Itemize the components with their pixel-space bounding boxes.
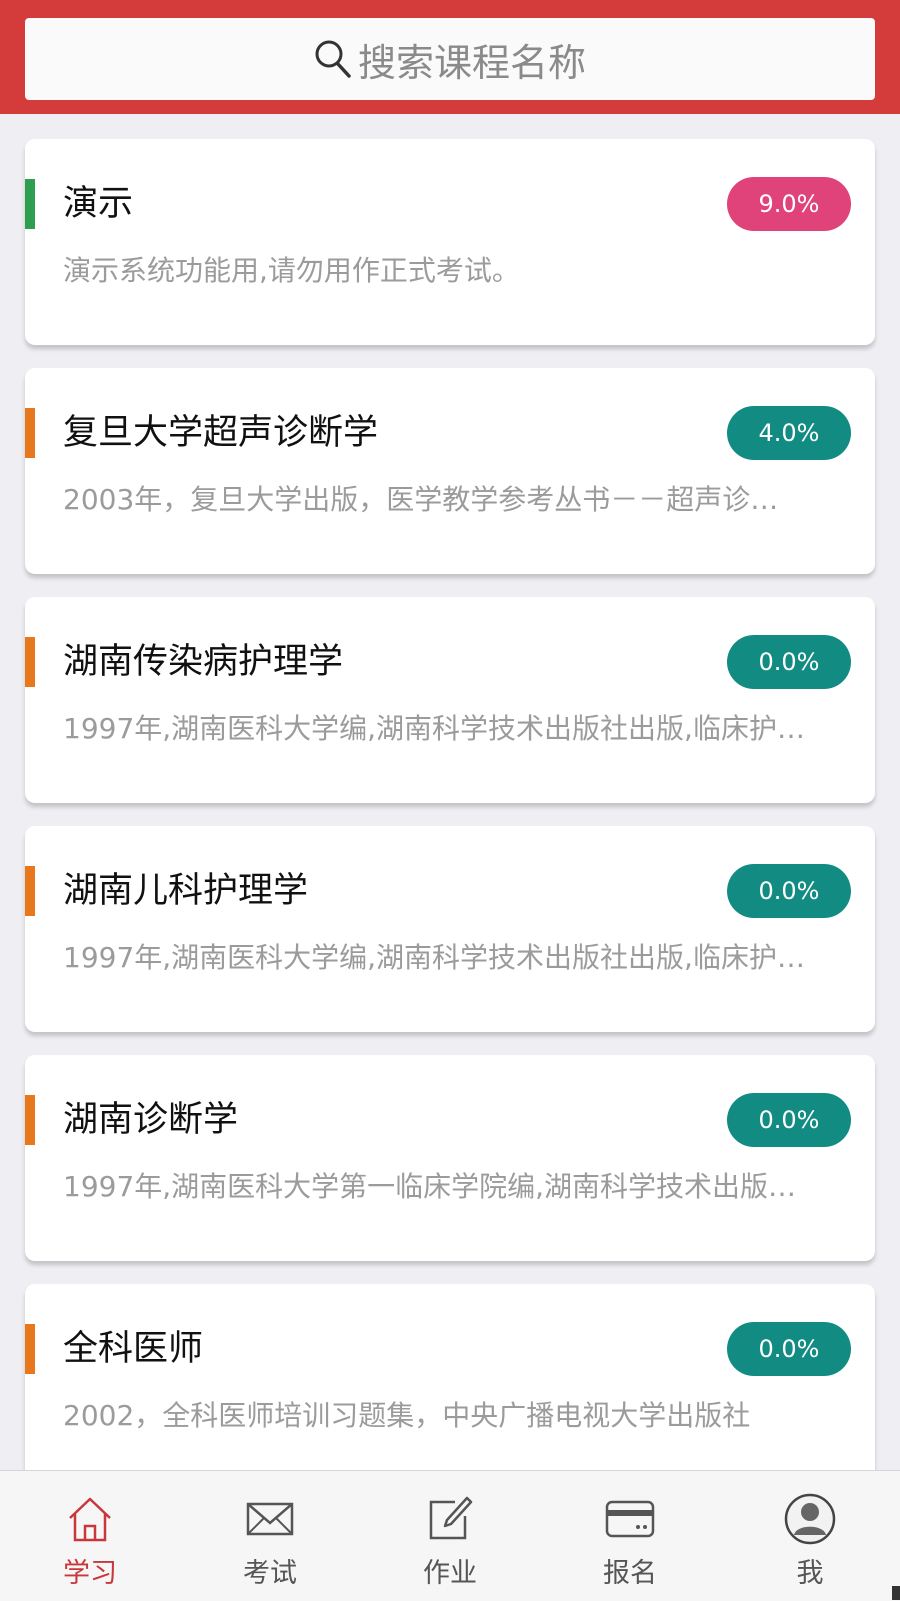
tab-homework[interactable]: 作业 <box>360 1471 540 1601</box>
course-description: 1997年,湖南医科大学第一临床学院编,湖南科学技术出版… <box>63 1170 797 1203</box>
mail-icon <box>246 1502 294 1536</box>
course-description: 2003年，复旦大学出版，医学教学参考丛书－－超声诊… <box>63 483 779 516</box>
tab-label: 考试 <box>243 1558 297 1589</box>
course-card[interactable]: 全科医师 0.0% 2002，全科医师培训习题集，中央广播电视大学出版社 <box>25 1284 875 1470</box>
tab-register[interactable]: 报名 <box>540 1471 720 1601</box>
search-icon <box>315 40 351 78</box>
search-placeholder: 搜索课程名称 <box>357 40 586 85</box>
home-icon <box>69 1497 111 1542</box>
course-accent-bar <box>25 408 35 458</box>
tab-me[interactable]: 我 <box>720 1471 900 1601</box>
course-card[interactable]: 复旦大学超声诊断学 4.0% 2003年，复旦大学出版，医学教学参考丛书－－超声… <box>25 368 875 574</box>
tab-label: 我 <box>796 1558 824 1589</box>
progress-badge: 0.0% <box>727 864 851 918</box>
edit-icon <box>429 1496 473 1540</box>
course-card[interactable]: 湖南诊断学 0.0% 1997年,湖南医科大学第一临床学院编,湖南科学技术出版… <box>25 1055 875 1261</box>
course-title: 湖南儿科护理学 <box>63 871 309 911</box>
progress-badge: 9.0% <box>727 177 851 231</box>
user-icon <box>784 1493 836 1545</box>
course-title: 湖南传染病护理学 <box>63 642 344 682</box>
course-accent-bar <box>25 637 35 687</box>
tab-study[interactable]: 学习 <box>0 1471 180 1601</box>
course-description: 1997年,湖南医科大学编,湖南科学技术出版社出版,临床护… <box>63 712 805 745</box>
header: 搜索课程名称 <box>0 0 900 114</box>
course-list[interactable]: 演示 9.0% 演示系统功能用,请勿用作正式考试。 复旦大学超声诊断学 4.0%… <box>0 114 900 1470</box>
course-accent-bar <box>25 866 35 916</box>
course-title: 复旦大学超声诊断学 <box>63 413 379 453</box>
course-accent-bar <box>25 1095 35 1145</box>
scroll-indicator <box>892 1586 900 1600</box>
card-icon <box>605 1500 655 1538</box>
course-description: 2002，全科医师培训习题集，中央广播电视大学出版社 <box>63 1399 751 1432</box>
progress-badge: 0.0% <box>727 635 851 689</box>
search-input[interactable]: 搜索课程名称 <box>25 18 875 100</box>
progress-badge: 0.0% <box>727 1093 851 1147</box>
progress-badge: 0.0% <box>727 1322 851 1376</box>
progress-badge: 4.0% <box>727 406 851 460</box>
course-accent-bar <box>25 1324 35 1374</box>
course-title: 全科医师 <box>63 1329 204 1369</box>
course-card[interactable]: 湖南儿科护理学 0.0% 1997年,湖南医科大学编,湖南科学技术出版社出版,临… <box>25 826 875 1032</box>
course-card[interactable]: 演示 9.0% 演示系统功能用,请勿用作正式考试。 <box>25 139 875 345</box>
course-description: 演示系统功能用,请勿用作正式考试。 <box>63 254 520 287</box>
tab-exam[interactable]: 考试 <box>180 1471 360 1601</box>
tab-label: 学习 <box>63 1558 117 1589</box>
course-card[interactable]: 湖南传染病护理学 0.0% 1997年,湖南医科大学编,湖南科学技术出版社出版,… <box>25 597 875 803</box>
course-accent-bar <box>25 179 35 229</box>
course-title: 湖南诊断学 <box>63 1100 239 1140</box>
tab-label: 报名 <box>603 1558 657 1589</box>
course-title: 演示 <box>63 184 134 224</box>
course-description: 1997年,湖南医科大学编,湖南科学技术出版社出版,临床护… <box>63 941 805 974</box>
bottom-tab-bar: 学习 考试 作业 报名 我 <box>0 1470 900 1601</box>
tab-label: 作业 <box>423 1558 477 1589</box>
